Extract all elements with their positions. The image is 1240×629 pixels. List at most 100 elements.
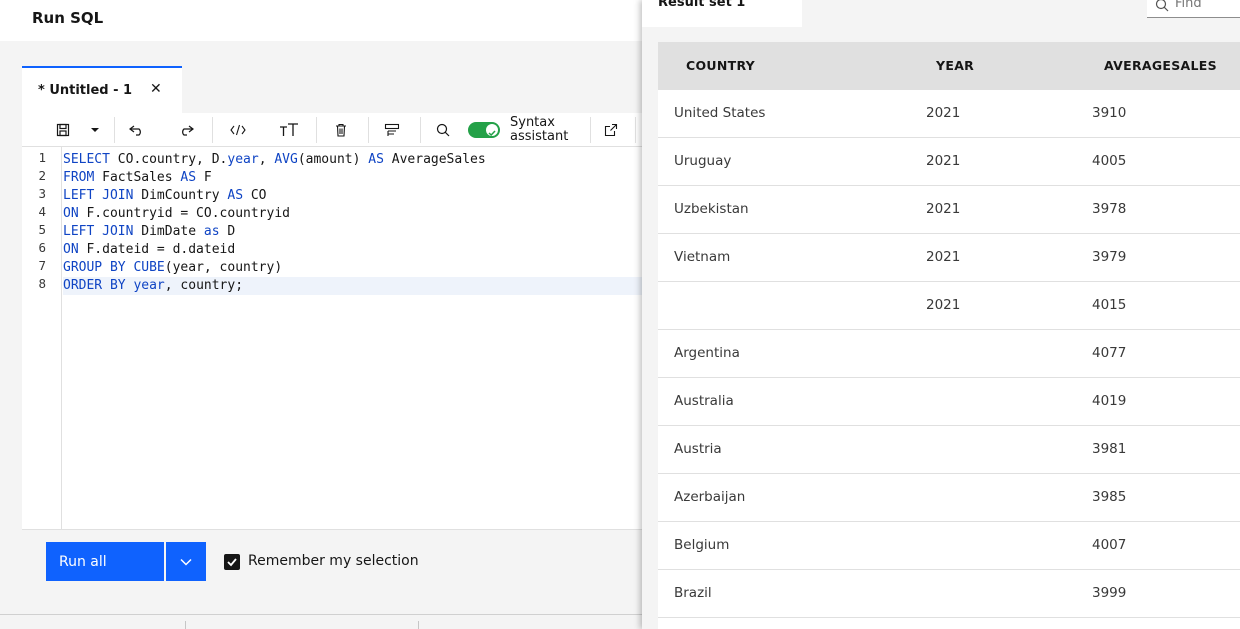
code-line[interactable]: ORDER BY year, country; (63, 277, 642, 295)
table-row[interactable]: Australia 4019 (658, 378, 1240, 426)
table-row[interactable]: 2021 4015 (658, 282, 1240, 330)
cell-country: Belgium (674, 537, 730, 553)
code-icon[interactable] (227, 113, 249, 147)
sql-keyword: LEFT JOIN (63, 188, 134, 203)
line-number: 8 (38, 276, 46, 291)
sql-text: CO.country, D. (109, 152, 228, 167)
sql-text: FactSales (94, 170, 181, 185)
sql-keyword: SELECT (63, 152, 110, 167)
close-icon[interactable]: ✕ (150, 81, 162, 97)
sql-keyword: GROUP BY (63, 260, 126, 275)
code-line[interactable]: LEFT JOIN DimDate as D (63, 223, 642, 241)
cell-country: Azerbaijan (674, 489, 746, 505)
table-row[interactable]: United States 2021 3910 (658, 90, 1240, 138)
line-number-gutter: 1 2 3 4 5 6 7 8 (22, 147, 62, 529)
line-number: 2 (38, 168, 46, 183)
check-icon (486, 124, 498, 137)
code-area[interactable]: SELECT CO.country, D.year, AVG(amount) A… (63, 147, 642, 529)
sql-keyword: year (227, 152, 259, 167)
table-row[interactable]: Argentina 4077 (658, 330, 1240, 378)
text-size-icon[interactable] (277, 113, 301, 147)
cell-country: Australia (674, 393, 734, 409)
line-number: 6 (38, 240, 46, 255)
code-line[interactable]: SELECT CO.country, D.year, AVG(amount) A… (63, 151, 642, 169)
sql-text: AverageSales (383, 152, 486, 167)
cell-averagesales: 3979 (1092, 249, 1127, 265)
cell-averagesales: 4005 (1092, 153, 1127, 169)
launch-icon[interactable] (600, 113, 622, 147)
syntax-assistant-toggle[interactable] (468, 122, 500, 138)
cell-country: United States (674, 105, 766, 121)
line-number: 7 (38, 258, 46, 273)
cell-country: Austria (674, 441, 722, 457)
cell-year: 2021 (926, 201, 961, 217)
cell-year: 2021 (926, 249, 961, 265)
save-dropdown-icon[interactable] (86, 113, 104, 147)
sql-keyword: as (203, 224, 220, 239)
cell-averagesales: 3999 (1092, 585, 1127, 601)
format-icon[interactable] (380, 113, 404, 147)
cell-averagesales: 3978 (1092, 201, 1127, 217)
cell-averagesales: 4019 (1092, 393, 1127, 409)
sql-keyword: ORDER BY (63, 278, 126, 293)
column-header-country[interactable]: COUNTRY (686, 58, 755, 73)
tab-untitled-1[interactable]: * Untitled - 1 ✕ (22, 66, 182, 113)
sql-keyword: FROM (63, 170, 95, 185)
remember-selection-checkbox[interactable] (224, 554, 240, 570)
table-row[interactable]: Belgium 4007 (658, 522, 1240, 570)
undo-icon[interactable] (126, 113, 148, 147)
page-title: Run SQL (32, 9, 104, 27)
table-row[interactable]: Uzbekistan 2021 3978 (658, 186, 1240, 234)
sql-text: F (196, 170, 212, 185)
table-row[interactable]: Vietnam 2021 3979 (658, 234, 1240, 282)
column-header-averagesales[interactable]: AVERAGESALES (1104, 58, 1217, 73)
chevron-down-icon (180, 558, 192, 566)
sql-text: , (258, 152, 275, 167)
sql-keyword: ON (63, 206, 79, 221)
sql-text: (amount) (297, 152, 369, 167)
sql-keyword: CUBE (133, 260, 165, 275)
column-header-year[interactable]: YEAR (936, 58, 974, 73)
syntax-assistant-label: Syntax assistant (510, 115, 569, 144)
cell-year: 2021 (926, 105, 961, 121)
results-table: COUNTRY YEAR AVERAGESALES United States 2… (658, 42, 1240, 629)
redo-icon[interactable] (175, 113, 197, 147)
cell-country: Vietnam (674, 249, 731, 265)
code-line[interactable]: FROM FactSales AS F (63, 169, 642, 187)
sql-text: , country; (164, 278, 244, 293)
cell-country: Brazil (674, 585, 712, 601)
trash-icon[interactable] (330, 113, 352, 147)
find-input[interactable] (1175, 0, 1235, 11)
line-number: 3 (38, 186, 46, 201)
save-icon[interactable] (52, 113, 74, 147)
code-line[interactable]: ON F.dateid = d.dateid (63, 241, 642, 259)
run-options-button[interactable] (166, 542, 206, 581)
table-row[interactable]: Brazil 3999 (658, 570, 1240, 618)
line-number: 5 (38, 222, 46, 237)
code-line[interactable]: GROUP BY CUBE(year, country) (63, 259, 642, 277)
table-row[interactable]: Uruguay 2021 4005 (658, 138, 1240, 186)
cell-country: Uruguay (674, 153, 732, 169)
cell-averagesales: 4015 (1092, 297, 1127, 313)
sql-editor-panel: Syntax assistant 1 2 3 4 5 6 7 8 SELECT CO.coun… (22, 113, 642, 529)
table-row[interactable]: Azerbaijan 3985 (658, 474, 1240, 522)
sql-text: DimCountry (133, 188, 228, 203)
run-all-button[interactable]: Run all (46, 542, 164, 581)
sql-text: DimDate (133, 224, 204, 239)
cell-averagesales: 3981 (1092, 441, 1127, 457)
run-footer: Run all Remember my selection (22, 529, 642, 592)
table-row[interactable]: Austria 3981 (658, 426, 1240, 474)
tab-result-set-1[interactable]: Result set 1 (642, 0, 802, 27)
line-number: 4 (38, 204, 46, 219)
code-line[interactable]: ON F.countryid = CO.countryid (63, 205, 642, 223)
remember-selection-label: Remember my selection (248, 553, 419, 569)
result-set-label: Result set 1 (658, 0, 746, 10)
code-line[interactable]: LEFT JOIN DimCountry AS CO (63, 187, 642, 205)
sql-text: CO (243, 188, 267, 203)
sql-text: D (219, 224, 236, 239)
cell-country: Argentina (674, 345, 740, 361)
sql-text: F.dateid = d.dateid (78, 242, 236, 257)
cell-averagesales: 4007 (1092, 537, 1127, 553)
find-field[interactable] (1147, 0, 1240, 18)
search-icon[interactable] (432, 113, 454, 147)
